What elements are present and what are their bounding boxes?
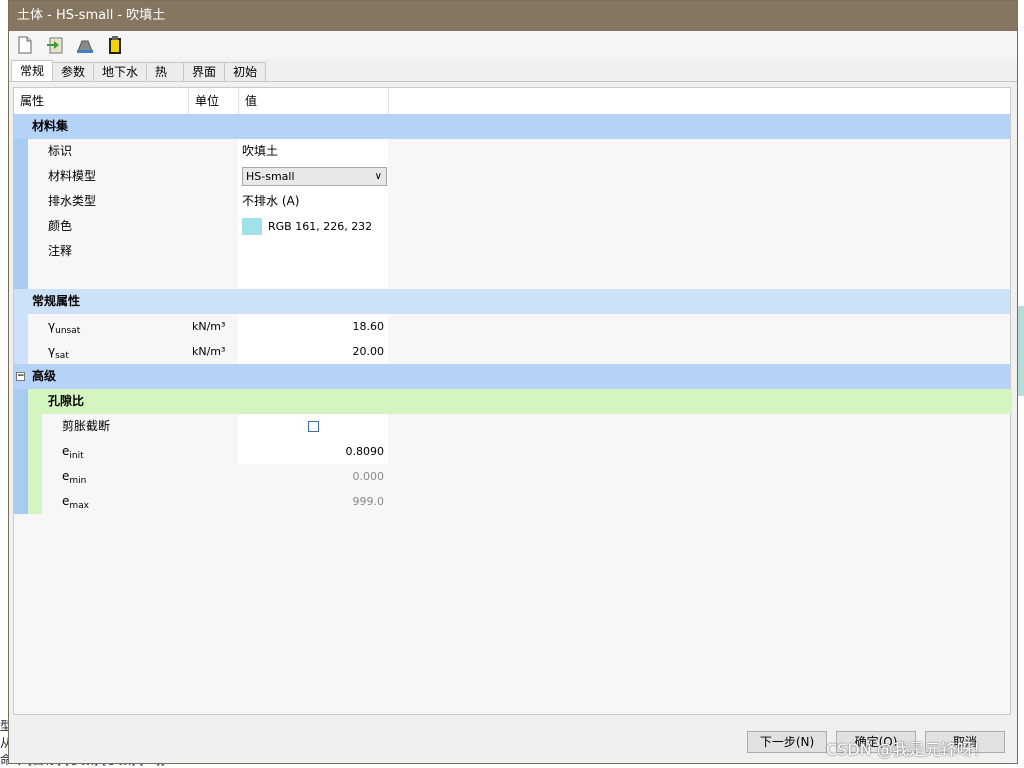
property-label: 颜色 xyxy=(48,219,73,233)
property-row-e-max: emax 999.0 xyxy=(14,489,1010,514)
property-label: 标识 xyxy=(48,144,73,158)
property-row-material-model[interactable]: 材料模型 HS-small ∨ xyxy=(14,164,1010,189)
tab-general[interactable]: 常规 xyxy=(11,60,54,81)
import-icon[interactable] xyxy=(43,34,67,56)
e-init-value[interactable]: 0.8090 xyxy=(238,439,385,464)
property-row-gamma-sat[interactable]: γsat kN/m³ 20.00 xyxy=(14,339,1010,364)
property-row-e-min: emin 0.000 xyxy=(14,464,1010,489)
subscript: max xyxy=(69,501,89,511)
soil-database-icon[interactable] xyxy=(73,34,97,56)
e-min-value: 0.000 xyxy=(352,470,385,483)
chevron-down-icon: ∨ xyxy=(374,171,382,182)
property-row-e-init[interactable]: einit 0.8090 xyxy=(14,439,1010,464)
unit-label: kN/m³ xyxy=(192,345,226,358)
dilatancy-cutoff-checkbox[interactable] xyxy=(308,421,319,432)
tab-interfaces[interactable]: 界面 xyxy=(183,62,226,81)
drainage-type-value[interactable]: 不排水 (A) xyxy=(242,189,299,214)
subscript: unsat xyxy=(55,326,81,336)
section-material-set[interactable]: 材料集 xyxy=(14,114,1010,139)
subscript: min xyxy=(69,476,87,486)
tab-thermal[interactable]: 热 xyxy=(146,62,185,81)
column-header-property: 属性 xyxy=(14,88,189,114)
subscript: init xyxy=(69,451,84,461)
tab-strip: 常规 参数 地下水 热 界面 初始 xyxy=(9,59,1017,82)
grid-header: 属性 单位 值 xyxy=(14,88,1010,115)
section-title: 材料集 xyxy=(32,119,69,133)
gamma-sat-value[interactable]: 20.00 xyxy=(238,339,385,364)
gamma-unsat-value[interactable]: 18.60 xyxy=(238,314,385,339)
clipboard-icon[interactable] xyxy=(103,34,127,56)
property-row-gamma-unsat[interactable]: γunsat kN/m³ 18.60 xyxy=(14,314,1010,339)
property-grid: 属性 单位 值 材料集 标识 吹填土 材料模型 HS-small ∨ 排水类型 … xyxy=(13,87,1012,715)
soil-material-dialog: 土体 - HS-small - 吹填土 常规 参数 地下水 热 界面 初始 属性… xyxy=(8,0,1018,764)
column-header-unit: 单位 xyxy=(189,88,239,114)
material-model-value: HS-small xyxy=(246,170,295,183)
colour-swatch[interactable] xyxy=(242,218,262,235)
e-max-value: 999.0 xyxy=(352,495,385,508)
property-label: 剪胀截断 xyxy=(62,419,111,433)
section-advanced[interactable]: − 高级 xyxy=(14,364,1010,389)
identification-value[interactable]: 吹填土 xyxy=(242,139,278,164)
property-row-drainage-type[interactable]: 排水类型 不排水 (A) xyxy=(14,189,1010,214)
section-title: 常规属性 xyxy=(32,294,81,308)
column-header-value: 值 xyxy=(239,88,389,114)
subsection-void-ratio[interactable]: 孔隙比 xyxy=(28,389,1012,414)
background-app-left xyxy=(0,0,8,768)
property-row-comments[interactable]: 注释 xyxy=(14,239,1010,264)
property-label: 材料模型 xyxy=(48,169,97,183)
toolbar xyxy=(9,31,1017,59)
tab-parameters[interactable]: 参数 xyxy=(52,62,95,81)
property-label: 注释 xyxy=(48,244,73,258)
property-row-colour[interactable]: 颜色 RGB 161, 226, 232 xyxy=(14,214,1010,239)
window-title: 土体 - HS-small - 吹填土 xyxy=(9,1,1017,31)
watermark: CSDN @我是元锋呀！ xyxy=(826,740,989,759)
next-button[interactable]: 下一步(N) xyxy=(747,731,827,753)
background-app-right xyxy=(1018,0,1024,768)
tab-groundwater[interactable]: 地下水 xyxy=(93,62,148,81)
property-label: 排水类型 xyxy=(48,194,97,208)
subscript: sat xyxy=(55,351,69,361)
subsection-title: 孔隙比 xyxy=(48,394,85,408)
new-document-icon[interactable] xyxy=(13,34,37,56)
property-row-identification[interactable]: 标识 吹填土 xyxy=(14,139,1010,164)
property-row-dilatancy-cutoff[interactable]: 剪胀截断 xyxy=(14,414,1010,439)
background-strip xyxy=(1018,306,1024,396)
section-title: 高级 xyxy=(32,369,57,383)
collapse-icon[interactable]: − xyxy=(16,372,25,381)
e-max-label: emax xyxy=(62,489,89,519)
tab-initial[interactable]: 初始 xyxy=(224,62,267,81)
material-model-select[interactable]: HS-small ∨ xyxy=(242,167,387,186)
unit-label: kN/m³ xyxy=(192,320,226,333)
section-general-properties[interactable]: 常规属性 xyxy=(14,289,1010,314)
colour-value: RGB 161, 226, 232 xyxy=(268,220,373,233)
